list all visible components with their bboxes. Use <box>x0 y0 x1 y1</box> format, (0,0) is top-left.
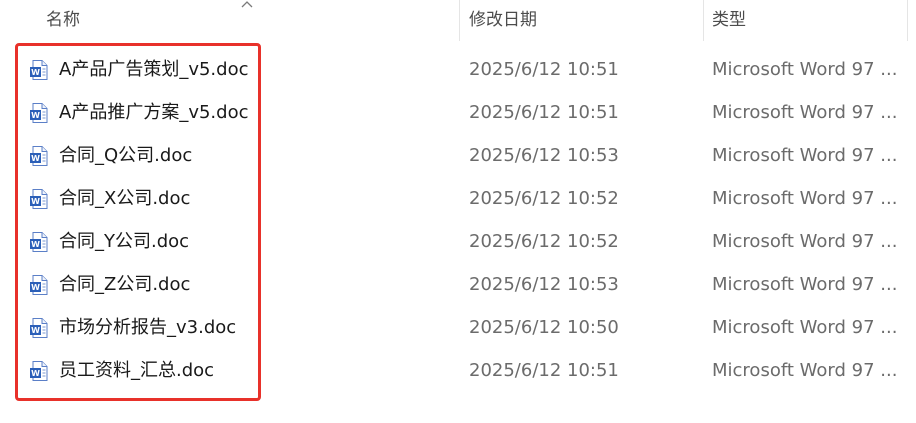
file-type: Microsoft Word 97 ... <box>712 360 898 381</box>
file-name[interactable]: 员工资料_汇总.doc <box>59 349 454 392</box>
file-explorer: 名称 修改日期 类型 W A产品广告策划_v5.doc 2025/6/12 10:5… <box>0 0 916 423</box>
file-type: Microsoft Word 97 ... <box>712 231 898 252</box>
file-modified-date: 2025/6/12 10:52 <box>469 231 619 252</box>
file-row[interactable]: W 市场分析报告_v3.doc 2025/6/12 10:50 Microsoft W… <box>0 306 916 349</box>
word-doc-icon: W <box>30 318 48 338</box>
file-row[interactable]: W 合同_Q公司.doc 2025/6/12 10:53 Microsoft Word… <box>0 134 916 177</box>
svg-text:W: W <box>31 154 40 163</box>
word-doc-icon: W <box>30 232 48 252</box>
column-header-modified[interactable]: 修改日期 <box>469 0 699 41</box>
chevron-up-icon[interactable] <box>240 0 254 10</box>
svg-text:W: W <box>31 197 40 206</box>
svg-text:W: W <box>31 283 40 292</box>
column-divider[interactable] <box>703 0 704 41</box>
svg-text:W: W <box>31 111 40 120</box>
file-modified-date: 2025/6/12 10:51 <box>469 360 619 381</box>
file-row[interactable]: W A产品推广方案_v5.doc 2025/6/12 10:51 Microsoft … <box>0 91 916 134</box>
file-list: W A产品广告策划_v5.doc 2025/6/12 10:51 Microsoft … <box>0 48 916 392</box>
file-name[interactable]: A产品广告策划_v5.doc <box>59 48 454 91</box>
file-modified-date: 2025/6/12 10:53 <box>469 145 619 166</box>
file-modified-date: 2025/6/12 10:50 <box>469 317 619 338</box>
column-header-type[interactable]: 类型 <box>712 0 908 41</box>
column-divider[interactable] <box>459 0 460 41</box>
file-name[interactable]: 市场分析报告_v3.doc <box>59 306 454 349</box>
word-doc-icon: W <box>30 361 48 381</box>
column-header-bar: 名称 修改日期 类型 <box>0 0 916 41</box>
file-row[interactable]: W 合同_Z公司.doc 2025/6/12 10:53 Microsoft Word… <box>0 263 916 306</box>
file-modified-date: 2025/6/12 10:51 <box>469 59 619 80</box>
svg-text:W: W <box>31 326 40 335</box>
file-row[interactable]: W 合同_X公司.doc 2025/6/12 10:52 Microsoft Word… <box>0 177 916 220</box>
file-modified-date: 2025/6/12 10:52 <box>469 188 619 209</box>
word-doc-icon: W <box>30 146 48 166</box>
svg-text:W: W <box>31 68 40 77</box>
file-type: Microsoft Word 97 ... <box>712 102 898 123</box>
file-type: Microsoft Word 97 ... <box>712 274 898 295</box>
file-name[interactable]: 合同_Z公司.doc <box>59 263 454 306</box>
file-modified-date: 2025/6/12 10:51 <box>469 102 619 123</box>
word-doc-icon: W <box>30 189 48 209</box>
word-doc-icon: W <box>30 275 48 295</box>
svg-text:W: W <box>31 369 40 378</box>
svg-text:W: W <box>31 240 40 249</box>
file-name[interactable]: 合同_X公司.doc <box>59 177 454 220</box>
word-doc-icon: W <box>30 60 48 80</box>
file-row[interactable]: W 员工资料_汇总.doc 2025/6/12 10:51 Microsoft Wor… <box>0 349 916 392</box>
file-type: Microsoft Word 97 ... <box>712 317 898 338</box>
file-row[interactable]: W A产品广告策划_v5.doc 2025/6/12 10:51 Microsoft … <box>0 48 916 91</box>
file-name[interactable]: 合同_Q公司.doc <box>59 134 454 177</box>
word-doc-icon: W <box>30 103 48 123</box>
file-name[interactable]: 合同_Y公司.doc <box>59 220 454 263</box>
file-type: Microsoft Word 97 ... <box>712 145 898 166</box>
file-type: Microsoft Word 97 ... <box>712 59 898 80</box>
column-divider[interactable] <box>907 0 908 41</box>
file-type: Microsoft Word 97 ... <box>712 188 898 209</box>
file-modified-date: 2025/6/12 10:53 <box>469 274 619 295</box>
file-name[interactable]: A产品推广方案_v5.doc <box>59 91 454 134</box>
file-row[interactable]: W 合同_Y公司.doc 2025/6/12 10:52 Microsoft Word… <box>0 220 916 263</box>
